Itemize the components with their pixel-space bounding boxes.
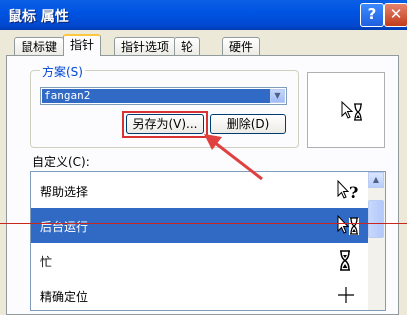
pointer-list[interactable]: 帮助选择 ? 后台运行 忙 精确定位 ▲ <box>30 171 386 311</box>
help-select-cursor-icon: ? <box>337 179 358 202</box>
tab-hardware[interactable]: 硬件 <box>222 37 261 55</box>
scheme-label: 方案(S) <box>40 63 85 80</box>
svg-text:?: ? <box>349 183 358 202</box>
tab-buttons[interactable]: 鼠标键 <box>14 37 65 55</box>
scheme-dropdown[interactable]: fangan2 ▼ <box>40 87 287 105</box>
list-item[interactable]: 忙 <box>31 243 368 278</box>
scheme-selected-value: fangan2 <box>42 89 270 103</box>
help-button[interactable]: ? <box>360 3 384 27</box>
annotation-red-line <box>0 223 407 224</box>
title-bar: 鼠标 属性 ? ✕ <box>0 0 407 30</box>
list-item-label: 忙 <box>40 255 53 269</box>
busy-hourglass-icon <box>340 250 350 271</box>
list-item-selected[interactable]: 后台运行 <box>31 208 368 243</box>
custom-label: 自定义(C): <box>32 155 90 169</box>
list-item-label: 精确定位 <box>40 290 89 304</box>
scroll-up-icon[interactable]: ▲ <box>368 172 384 188</box>
annotation-highlight-box <box>122 111 208 138</box>
cursor-preview <box>307 72 385 148</box>
chevron-down-icon[interactable]: ▼ <box>270 89 285 103</box>
list-item-label: 后台运行 <box>40 220 89 234</box>
list-item[interactable]: 帮助选择 ? <box>31 173 368 208</box>
close-button[interactable]: ✕ <box>384 3 407 27</box>
preview-busy-arrow-icon <box>341 101 362 121</box>
window-title: 鼠标 属性 <box>8 9 69 25</box>
working-in-background-cursor-icon <box>337 214 359 235</box>
tab-wheel[interactable]: 轮 <box>174 37 201 55</box>
tab-pointer-options[interactable]: 指针选项 <box>114 37 177 55</box>
delete-button[interactable]: 删除(D) <box>210 114 286 134</box>
precision-select-crosshair-icon <box>338 287 354 303</box>
tab-pointers[interactable]: 指针 <box>63 34 102 56</box>
list-item[interactable]: 精确定位 <box>31 278 368 310</box>
scroll-thumb[interactable] <box>368 200 384 238</box>
list-scrollbar[interactable]: ▲ <box>368 172 385 310</box>
list-item-label: 帮助选择 <box>40 185 89 199</box>
